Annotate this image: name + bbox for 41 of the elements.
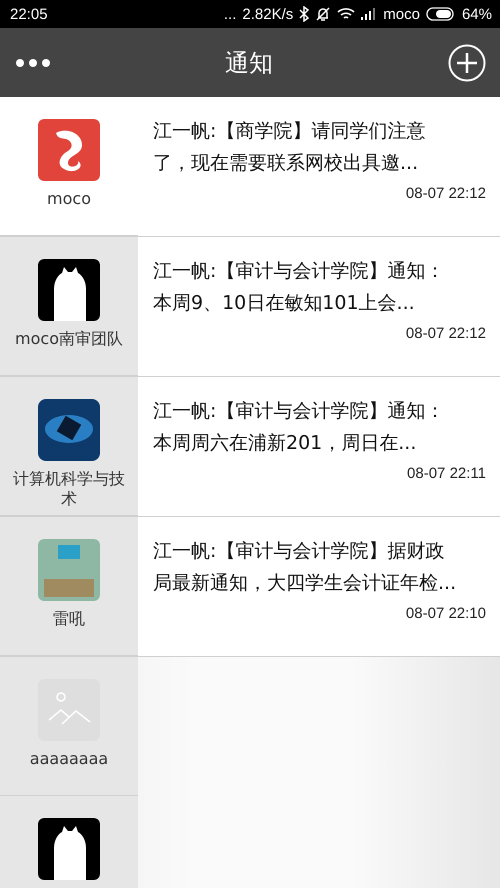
message-preview: 江一帆:【审计与会计学院】通知：本周9、10日在敏知101上会... [153,259,446,316]
page-title: 通知 [225,48,273,78]
bell-off-icon [315,6,332,22]
contact-name: aaaaaaaa [28,749,110,769]
contact-name: moco南审团队 [14,329,124,349]
message-time: 08-07 22:12 [406,325,486,342]
bluetooth-icon [299,6,310,22]
app-logo-icon [38,119,100,181]
signal-icon [361,8,378,20]
carrier-name: moco [383,6,420,22]
cartoon-avatar [38,259,100,321]
contact-name: 计算机科学与技术 [12,469,126,509]
contact-name: 雷吼 [52,609,86,629]
message-panel[interactable]: 江一帆:【审计与会计学院】通知：本周9、10日在敏知101上会... 08-07 22:12 [138,237,500,376]
message-panel[interactable]: 江一帆:【审计与会计学院】据财政局最新通知，大四学生会计证年检... 08-07 22:10 [138,517,500,656]
contact-cell[interactable]: moco南审团队 [0,237,138,376]
add-icon[interactable] [448,44,486,82]
message-time: 08-07 22:10 [406,605,486,622]
notification-dots: ... [224,6,236,22]
contact-cell[interactable]: aaaaaaaa [0,657,138,796]
message-time: 08-07 22:12 [406,185,486,202]
emblem-avatar [38,399,100,461]
message-preview: 江一帆:【审计与会计学院】通知：本周周六在浦新201，周日在... [153,399,446,456]
message-preview: 江一帆:【商学院】请同学们注意了，现在需要联系网校出具邀... [153,119,426,176]
battery-icon [426,7,456,21]
message-time: 08-07 22:11 [407,465,486,482]
network-speed: 2.82K/s [242,6,294,22]
contact-cell[interactable]: 计算机科学与技术 [0,377,138,516]
contact-cell[interactable]: 雷吼 [0,517,138,656]
wifi-icon [337,7,356,21]
clock: 22:05 [10,6,48,22]
cartoon-avatar [38,818,100,880]
battery-percent: 64% [462,6,492,22]
photo-placeholder [38,539,100,601]
contact-name: moco [46,189,92,209]
message-panel[interactable]: 江一帆:【审计与会计学院】通知：本周周六在浦新201，周日在... 08-07 22:11 [138,377,500,516]
more-button[interactable] [16,58,50,66]
contact-cell[interactable]: moco [0,97,138,236]
message-panel[interactable]: 江一帆:【商学院】请同学们注意了，现在需要联系网校出具邀... 08-07 22:12 [138,97,500,236]
image-placeholder-icon [38,679,100,741]
message-preview: 江一帆:【审计与会计学院】据财政局最新通知，大四学生会计证年检... [153,539,458,596]
